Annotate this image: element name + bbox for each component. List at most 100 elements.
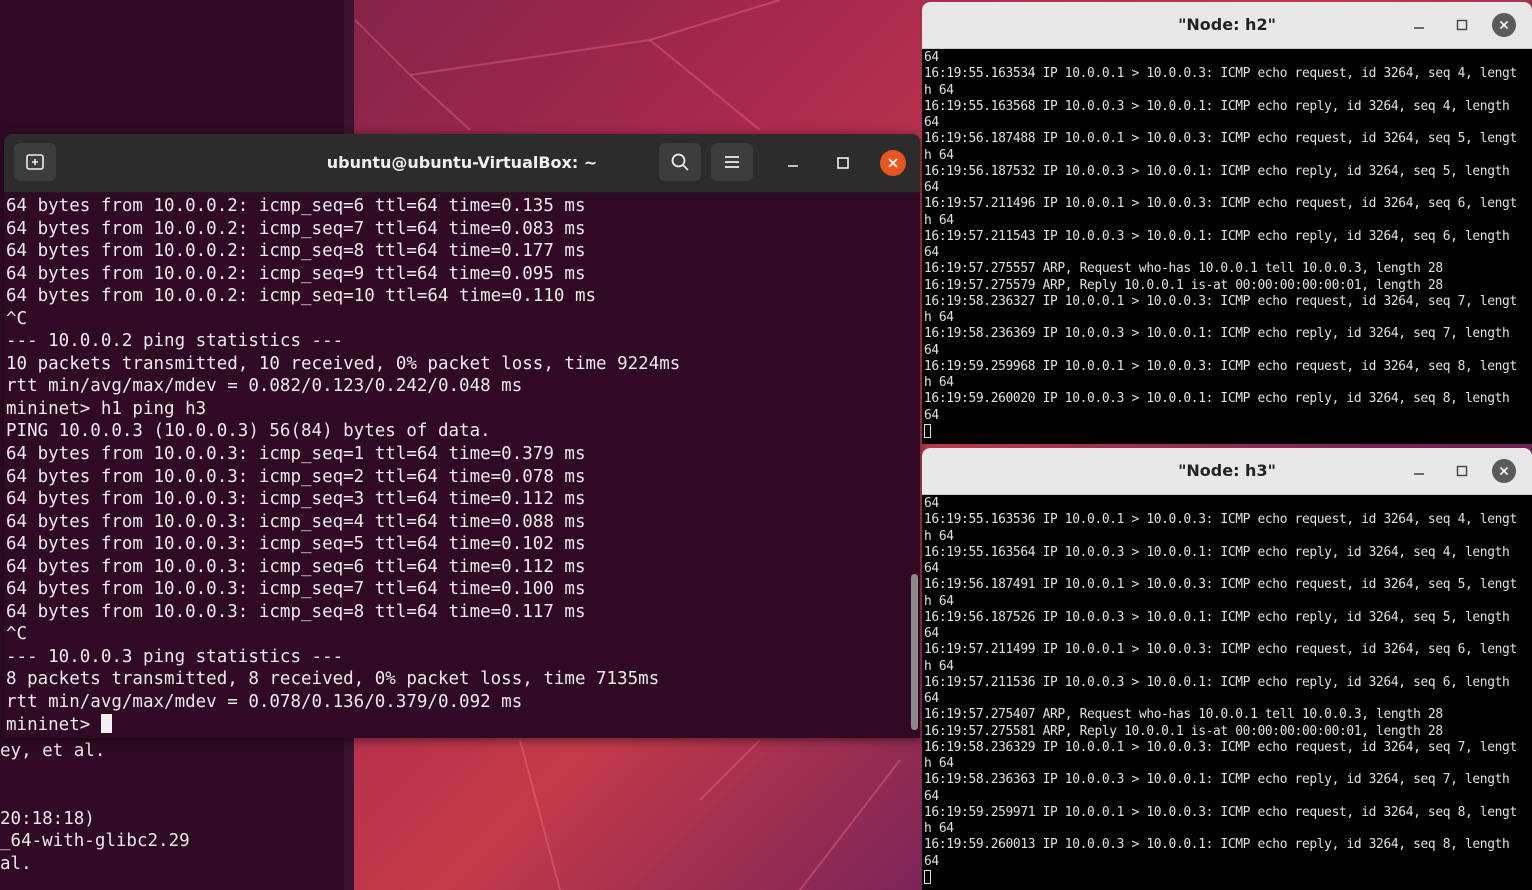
main-terminal-line: 64 bytes from 10.0.0.3: icmp_seq=4 ttl=6…: [6, 511, 586, 532]
node-h3-line: 64: [924, 853, 939, 869]
main-terminal-prompt-line[interactable]: mininet>: [6, 713, 680, 737]
node-h2-title: "Node: h2": [1178, 15, 1276, 34]
main-terminal-line: 64 bytes from 10.0.0.3: icmp_seq=6 ttl=6…: [6, 556, 586, 577]
search-button[interactable]: [659, 143, 701, 181]
maximize-icon: [1456, 465, 1468, 477]
node-h3-line: 16:19:55.163564 IP 10.0.0.3 > 10.0.0.1: …: [924, 544, 1510, 560]
background-terminal-line: [0, 785, 190, 808]
node-h3-line: h 64: [924, 821, 954, 836]
main-terminal-line: 8 packets transmitted, 8 received, 0% pa…: [6, 669, 660, 690]
node-h3-line: h 64: [924, 593, 954, 609]
maximize-icon: [837, 157, 849, 169]
node-h3-line: 16:19:55.163536 IP 10.0.0.1 > 10.0.0.3: …: [924, 512, 1517, 528]
main-terminal-line: 64 bytes from 10.0.0.2: icmp_seq=6 ttl=6…: [6, 196, 586, 216]
node-h2-maximize-button[interactable]: [1450, 13, 1474, 37]
node-h3-header: "Node: h3": [922, 448, 1532, 495]
node-h3-window[interactable]: "Node: h3" 64 16:19:55.163536 IP 10.0.0.1…: [922, 448, 1532, 890]
main-terminal-line: 64 bytes from 10.0.0.3: icmp_seq=2 ttl=6…: [6, 466, 586, 487]
minimize-icon: [1414, 473, 1424, 475]
node-h3-line: 16:19:57.211499 IP 10.0.0.1 > 10.0.0.3: …: [924, 642, 1517, 658]
node-h2-output[interactable]: 64 16:19:55.163534 IP 10.0.0.1 > 10.0.0.3…: [924, 50, 1517, 441]
background-terminal-output: ey, et al. 20:18:18) _64-with-glibc2.29 al…: [0, 740, 190, 875]
node-h2-line: 64: [924, 342, 939, 358]
minimize-icon: [1414, 27, 1424, 29]
command-prompt: mininet>: [6, 714, 101, 735]
main-terminal-line: mininet> h1 ping h3: [6, 398, 207, 419]
node-h3-line: 64: [924, 788, 939, 804]
node-h3-line: 16:19:57.211536 IP 10.0.0.3 > 10.0.0.1: …: [924, 674, 1510, 690]
main-terminal-line: 64 bytes from 10.0.0.2: icmp_seq=9 ttl=6…: [6, 263, 586, 284]
main-terminal-line: 64 bytes from 10.0.0.2: icmp_seq=8 ttl=6…: [6, 241, 586, 262]
search-icon: [671, 153, 689, 171]
node-h2-line: 64: [924, 245, 939, 260]
text-cursor: [924, 869, 931, 884]
hamburger-menu-icon: [725, 156, 739, 168]
node-h2-close-button[interactable]: [1492, 13, 1516, 37]
close-icon: [1499, 20, 1509, 30]
node-h2-line: h 64: [924, 375, 954, 390]
node-h2-line: h 64: [924, 310, 954, 325]
node-h3-line: 64: [924, 691, 939, 706]
maximize-icon: [1456, 19, 1468, 31]
node-h3-output[interactable]: 64 16:19:55.163536 IP 10.0.0.1 > 10.0.0.3…: [924, 496, 1517, 887]
node-h2-line: 64: [924, 180, 939, 195]
node-h2-line: 16:19:57.275579 ARP, Reply 10.0.0.1 is-a…: [924, 277, 1443, 293]
main-terminal-scrollbar[interactable]: [911, 574, 918, 730]
node-h3-line: h 64: [924, 528, 954, 544]
node-h3-line: 64: [924, 626, 939, 641]
node-h2-line: 16:19:57.275557 ARP, Request who-has 10.…: [924, 261, 1443, 277]
node-h3-line: 16:19:58.236329 IP 10.0.0.1 > 10.0.0.3: …: [924, 739, 1517, 755]
main-terminal-line: 64 bytes from 10.0.0.3: icmp_seq=8 ttl=6…: [6, 601, 586, 622]
node-h3-line: h 64: [924, 658, 954, 674]
main-terminal-header: ubuntu@ubuntu-VirtualBox: ~: [4, 134, 920, 193]
node-h2-line: 64: [924, 407, 939, 423]
main-terminal-output[interactable]: 64 bytes from 10.0.0.2: icmp_seq=6 ttl=6…: [6, 195, 680, 736]
main-terminal-line: 64 bytes from 10.0.0.3: icmp_seq=1 ttl=6…: [6, 444, 586, 465]
node-h2-line: 16:19:59.259968 IP 10.0.0.1 > 10.0.0.3: …: [924, 358, 1517, 374]
main-terminal-line: 64 bytes from 10.0.0.2: icmp_seq=7 ttl=6…: [6, 218, 586, 239]
node-h2-line: 16:19:56.187532 IP 10.0.0.3 > 10.0.0.1: …: [924, 163, 1510, 179]
node-h2-line: 16:19:55.163534 IP 10.0.0.1 > 10.0.0.3: …: [924, 66, 1517, 82]
node-h2-line: h 64: [924, 212, 954, 228]
close-icon: [888, 158, 898, 168]
node-h3-line: 16:19:58.236363 IP 10.0.0.3 > 10.0.0.1: …: [924, 772, 1510, 788]
node-h3-minimize-button[interactable]: [1407, 459, 1431, 483]
node-h3-line: 16:19:56.187526 IP 10.0.0.3 > 10.0.0.1: …: [924, 609, 1510, 625]
background-terminal-line: [0, 763, 190, 786]
node-h2-line: 16:19:55.163568 IP 10.0.0.3 > 10.0.0.1: …: [924, 98, 1510, 114]
background-terminal-line: _64-with-glibc2.29: [0, 831, 190, 851]
main-terminal-line: 10 packets transmitted, 10 received, 0% …: [6, 353, 681, 374]
main-terminal-line: rtt min/avg/max/mdev = 0.082/0.123/0.242…: [6, 376, 523, 397]
node-h3-line: 16:19:57.275581 ARP, Reply 10.0.0.1 is-a…: [924, 723, 1443, 739]
minimize-button[interactable]: [780, 150, 806, 176]
main-terminal-line: 64 bytes from 10.0.0.3: icmp_seq=5 ttl=6…: [6, 534, 586, 555]
background-terminal-line: al.: [0, 853, 32, 874]
close-button[interactable]: [880, 150, 906, 176]
node-h2-line: 16:19:57.211496 IP 10.0.0.1 > 10.0.0.3: …: [924, 196, 1517, 212]
text-cursor: [100, 713, 112, 733]
menu-button[interactable]: [711, 143, 753, 181]
background-terminal-line: ey, et al.: [0, 741, 106, 761]
node-h2-window[interactable]: "Node: h2" 64 16:19:55.163534 IP 10.0.0.1…: [922, 2, 1532, 444]
main-terminal-line: 64 bytes from 10.0.0.3: icmp_seq=3 ttl=6…: [6, 489, 586, 510]
node-h3-close-button[interactable]: [1492, 459, 1516, 483]
node-h2-prompt-line[interactable]: [924, 423, 1517, 441]
main-terminal-line: ^C: [6, 308, 28, 329]
text-cursor: [924, 423, 931, 438]
node-h2-minimize-button[interactable]: [1407, 13, 1431, 37]
main-terminal-line: ^C: [6, 624, 28, 645]
main-terminal-window[interactable]: ubuntu@ubuntu-VirtualBox: ~ 64 bytes fro…: [4, 134, 920, 738]
maximize-button[interactable]: [830, 150, 856, 176]
node-h3-maximize-button[interactable]: [1450, 459, 1474, 483]
node-h2-line: h 64: [924, 82, 954, 98]
node-h2-line: h 64: [924, 147, 954, 163]
node-h3-line: 64: [924, 561, 939, 576]
node-h2-line: 64: [924, 115, 939, 130]
main-terminal-line: 64 bytes from 10.0.0.2: icmp_seq=10 ttl=…: [6, 286, 597, 307]
node-h3-prompt-line[interactable]: [924, 869, 1517, 887]
node-h2-line: 16:19:58.236327 IP 10.0.0.1 > 10.0.0.3: …: [924, 293, 1517, 309]
node-h3-line: 16:19:57.275407 ARP, Request who-has 10.…: [924, 707, 1443, 723]
node-h3-title: "Node: h3": [1178, 461, 1276, 480]
main-terminal-line: rtt min/avg/max/mdev = 0.078/0.136/0.379…: [6, 692, 523, 713]
node-h2-line: 16:19:59.260020 IP 10.0.0.3 > 10.0.0.1: …: [924, 391, 1510, 407]
